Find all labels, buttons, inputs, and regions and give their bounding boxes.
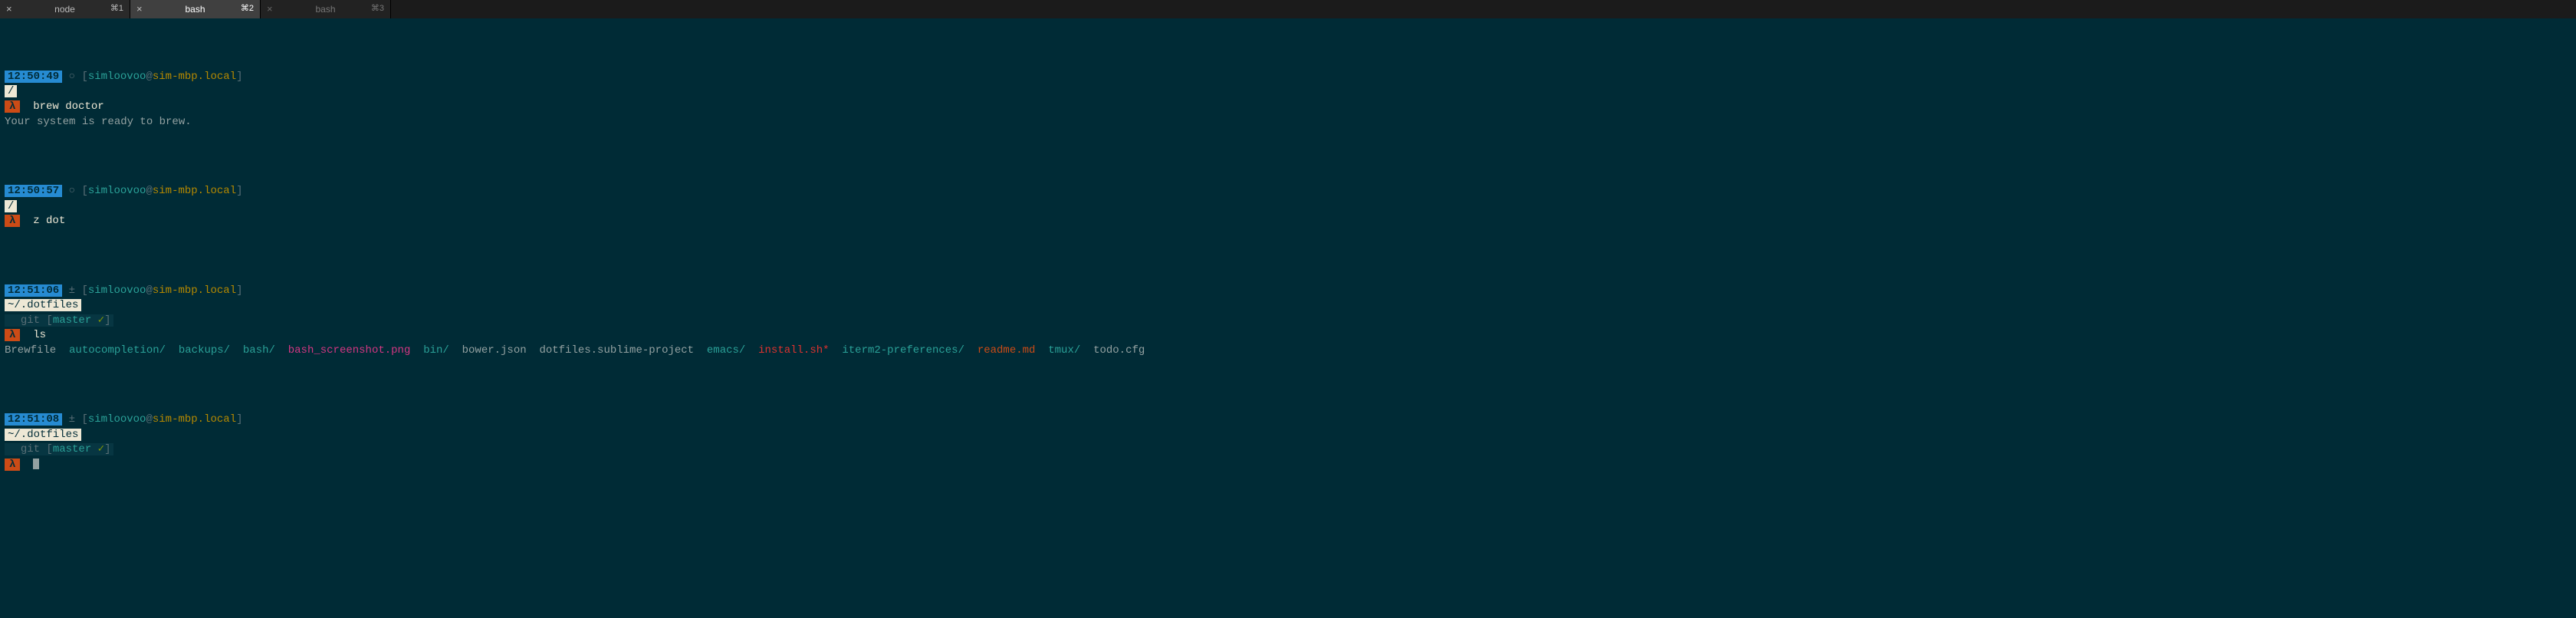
cursor[interactable] <box>33 459 39 469</box>
time-badge: 12:51:06 <box>5 284 62 297</box>
prompt-host: sim-mbp.local <box>153 284 236 297</box>
ls-item: Brewfile <box>5 344 56 357</box>
prompt-host: sim-mbp.local <box>153 185 236 197</box>
prompt-user: simloovoo <box>88 284 146 297</box>
prompt-block-1: 12:50:49 ○ [simloovoo@sim-mbp.local] / λ… <box>5 54 2571 130</box>
tab-title: bash <box>185 3 205 16</box>
ls-item: emacs/ <box>707 344 745 357</box>
lambda-icon: λ <box>5 459 20 471</box>
close-icon[interactable]: × <box>267 2 273 16</box>
prompt-host: sim-mbp.local <box>153 413 236 426</box>
prompt-user: simloovoo <box>88 71 146 83</box>
tab-title: node <box>54 3 75 16</box>
command-text: ls <box>33 329 46 341</box>
prompt-symbol: ± <box>62 413 81 426</box>
ls-item: autocompletion/ <box>69 344 166 357</box>
bracket-open: [ <box>81 413 87 426</box>
command-output: Your system is ready to brew. <box>5 116 192 128</box>
terminal-viewport[interactable]: 12:50:49 ○ [simloovoo@sim-mbp.local] / λ… <box>0 18 2576 518</box>
bracket-close: ] <box>236 185 242 197</box>
tab-shortcut: ⌘3 <box>371 3 384 15</box>
time-badge: 12:50:57 <box>5 185 62 197</box>
prompt-host: sim-mbp.local <box>153 71 236 83</box>
git-branch-chip: git [master ✓] <box>5 443 113 455</box>
bracket-close: ] <box>236 284 242 297</box>
prompt-user: simloovoo <box>88 185 146 197</box>
time-badge: 12:51:08 <box>5 413 62 426</box>
path-badge: ~/.dotfiles <box>5 429 81 441</box>
tab-bash-dim[interactable]: × bash ⌘3 <box>261 0 391 18</box>
ls-item: bash_screenshot.png <box>288 344 411 357</box>
check-icon: ✓ <box>98 314 104 327</box>
bracket-open: [ <box>81 185 87 197</box>
git-branch-chip: git [master ✓] <box>5 314 113 327</box>
check-icon: ✓ <box>98 443 104 455</box>
lambda-icon: λ <box>5 329 20 341</box>
prompt-at: @ <box>146 185 152 197</box>
prompt-block-2: 12:50:57 ○ [simloovoo@sim-mbp.local] / λ… <box>5 169 2571 228</box>
prompt-block-4: 12:51:08 ± [simloovoo@sim-mbp.local] ~/.… <box>5 398 2571 473</box>
tab-node[interactable]: × node ⌘1 <box>0 0 130 18</box>
path-badge: ~/.dotfiles <box>5 299 81 311</box>
bracket-open: [ <box>81 284 87 297</box>
lambda-icon: λ <box>5 215 20 227</box>
tab-bar: × node ⌘1 × bash ⌘2 × bash ⌘3 <box>0 0 2576 18</box>
ls-item: iterm2-preferences/ <box>842 344 964 357</box>
tab-shortcut: ⌘2 <box>241 3 254 15</box>
prompt-at: @ <box>146 284 152 297</box>
time-badge: 12:50:49 <box>5 71 62 83</box>
path-badge: / <box>5 200 17 212</box>
ls-item: todo.cfg <box>1093 344 1145 357</box>
lambda-icon: λ <box>5 100 20 113</box>
ls-item: bash/ <box>243 344 275 357</box>
command-text: brew doctor <box>33 100 104 113</box>
prompt-at: @ <box>146 71 152 83</box>
tab-shortcut: ⌘1 <box>110 3 123 15</box>
prompt-symbol: ± <box>62 284 81 297</box>
prompt-symbol: ○ <box>62 71 81 83</box>
bracket-close: ] <box>236 413 242 426</box>
close-icon[interactable]: × <box>6 2 12 16</box>
ls-output: Brewfile autocompletion/ backups/ bash/ … <box>5 344 1145 357</box>
bracket-open: [ <box>81 71 87 83</box>
ls-item: install.sh* <box>758 344 829 357</box>
ls-item: bower.json <box>462 344 527 357</box>
tab-bash-active[interactable]: × bash ⌘2 <box>130 0 261 18</box>
command-text: z dot <box>33 215 65 227</box>
prompt-block-3: 12:51:06 ± [simloovoo@sim-mbp.local] ~/.… <box>5 268 2571 359</box>
path-badge: / <box>5 85 17 97</box>
bracket-close: ] <box>236 71 242 83</box>
ls-item: dotfiles.sublime-project <box>539 344 694 357</box>
close-icon[interactable]: × <box>136 2 143 16</box>
ls-item: backups/ <box>179 344 230 357</box>
prompt-user: simloovoo <box>88 413 146 426</box>
ls-item: tmux/ <box>1048 344 1080 357</box>
tab-title: bash <box>315 3 335 16</box>
ls-item: readme.md <box>978 344 1036 357</box>
prompt-symbol: ○ <box>62 185 81 197</box>
ls-item: bin/ <box>423 344 449 357</box>
prompt-at: @ <box>146 413 152 426</box>
